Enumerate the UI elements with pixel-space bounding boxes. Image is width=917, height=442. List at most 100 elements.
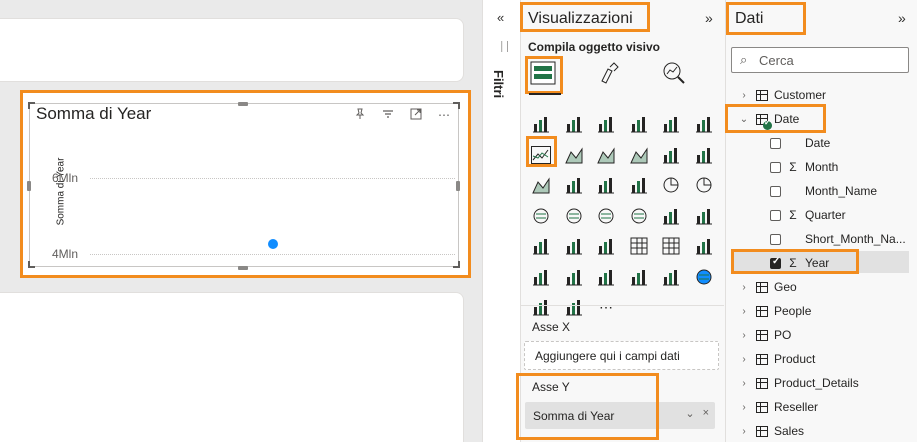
scatter-icon[interactable] [627,173,651,197]
table-item[interactable]: › Product_Details [738,373,858,393]
ribbon-chart-icon[interactable] [529,173,553,197]
chevron-right-icon[interactable]: › [738,378,750,389]
pin-icon[interactable] [353,108,367,123]
filters-pane-collapsed[interactable]: « ⏐⏐ Filtri [482,0,520,442]
card-icon[interactable] [692,204,716,228]
table-icon[interactable] [627,234,651,258]
data-point[interactable] [268,239,278,249]
trophy-icon[interactable] [627,265,651,289]
power-automate-icon[interactable] [562,295,586,319]
remove-field-icon[interactable]: × [703,407,709,420]
resize-corner-bl[interactable] [28,261,35,268]
resize-handle-bottom[interactable] [238,266,248,270]
gauge-icon[interactable] [659,204,683,228]
data-search-box[interactable]: ⌕ Cerca [731,47,909,73]
field-name: Month_Name [805,184,878,198]
table-item[interactable]: › Sales [738,421,804,441]
stacked-area-icon[interactable] [594,143,618,167]
waterfall-icon[interactable] [562,173,586,197]
chevron-down-icon[interactable]: ⌄ [685,407,694,420]
resize-handle-left[interactable] [27,181,31,191]
smart-narrative-icon[interactable] [594,265,618,289]
map-icon[interactable] [562,204,586,228]
field-checkbox[interactable] [770,233,781,245]
line-chart-visual[interactable] [29,103,459,267]
chevron-right-icon[interactable]: › [738,402,750,413]
stacked-bar-icon[interactable] [529,112,553,136]
field-item[interactable]: Short_Month_Na... [770,229,906,249]
table-item[interactable]: › People [738,301,811,321]
field-item[interactable]: Σ Month [770,157,838,177]
kpi-icon[interactable] [562,234,586,258]
x-axis-drop-field[interactable]: Aggiungere qui i campi dati [524,341,719,370]
chevron-right-icon[interactable]: › [738,426,750,437]
field-item[interactable]: Σ Quarter [770,205,846,225]
filled-map-icon[interactable] [594,204,618,228]
chevron-right-icon[interactable]: › [738,90,750,101]
stacked-column-icon[interactable] [562,112,586,136]
focus-mode-icon[interactable] [409,108,423,123]
line-column-icon[interactable] [659,143,683,167]
clustered-column-icon[interactable] [627,112,651,136]
pie-icon[interactable] [659,173,683,197]
x-axis-well-label: Asse X [532,320,571,334]
slicer-icon[interactable] [594,234,618,258]
area-chart-icon[interactable] [562,143,586,167]
qa-icon[interactable] [562,265,586,289]
field-checkbox[interactable] [770,161,781,173]
table-item[interactable]: › Reseller [738,397,818,417]
matrix-icon[interactable] [659,234,683,258]
resize-handle-right[interactable] [456,181,460,191]
field-item[interactable]: Month_Name [770,181,877,201]
table-icon [756,281,768,293]
donut-icon[interactable] [692,173,716,197]
ribbon-icon[interactable] [627,143,651,167]
paginated-report-icon[interactable] [659,265,683,289]
resize-corner-tr[interactable] [453,102,460,109]
empty-visual-card-bottom[interactable] [0,292,464,442]
filter-icon[interactable] [381,108,395,123]
100-bar-icon[interactable] [659,112,683,136]
funnel-icon[interactable] [594,173,618,197]
key-influencers-icon[interactable] [529,265,553,289]
sigma-icon: Σ [789,160,797,174]
decomposition-tree-icon[interactable] [692,234,716,258]
100-column-icon[interactable] [692,112,716,136]
report-canvas[interactable]: Somma di Year ⋯ Somma di Year 6Mln 4Mln [0,0,482,442]
chevron-right-icon[interactable]: › [738,354,750,365]
resize-corner-br[interactable] [453,261,460,268]
power-apps-icon[interactable] [529,295,553,319]
resize-handle-top[interactable] [238,102,248,106]
filters-label[interactable]: Filtri [491,70,506,98]
arcgis-icon[interactable] [692,265,716,289]
clustered-bar-icon[interactable] [594,112,618,136]
multirow-card-icon[interactable] [529,234,553,258]
field-checkbox[interactable] [770,137,781,149]
table-item[interactable]: › Product [738,349,815,369]
collapse-viz-chevron-icon[interactable]: » [705,10,713,26]
more-options-icon[interactable]: ⋯ [437,108,451,123]
field-checkbox[interactable] [770,209,781,221]
collapse-data-chevron-icon[interactable]: » [898,10,906,26]
azure-map-icon[interactable] [627,204,651,228]
chevron-right-icon[interactable]: › [738,330,750,341]
table-name: Product [774,352,816,366]
gridline [90,178,455,179]
line-stacked-column-icon[interactable] [692,143,716,167]
format-visual-mode-button[interactable] [591,58,627,88]
y-axis-title: Somma di Year [55,157,67,226]
analytics-mode-button[interactable] [656,58,692,88]
expand-filters-chevron-icon[interactable]: « [497,10,504,25]
table-item[interactable]: › PO [738,325,791,345]
field-checkbox[interactable] [770,185,781,197]
table-item[interactable]: › Customer [738,85,826,105]
treemap-icon[interactable] [529,204,553,228]
chevron-right-icon[interactable]: › [738,306,750,317]
field-item[interactable]: Date [770,133,830,153]
table-item[interactable]: › Geo [738,277,796,297]
resize-corner-tl[interactable] [28,102,35,109]
empty-visual-card-top[interactable] [0,18,464,82]
chevron-right-icon[interactable]: › [738,282,750,293]
y-tick-label: 4Mln [52,247,79,261]
more-visuals-icon[interactable]: ⋯ [594,295,618,319]
